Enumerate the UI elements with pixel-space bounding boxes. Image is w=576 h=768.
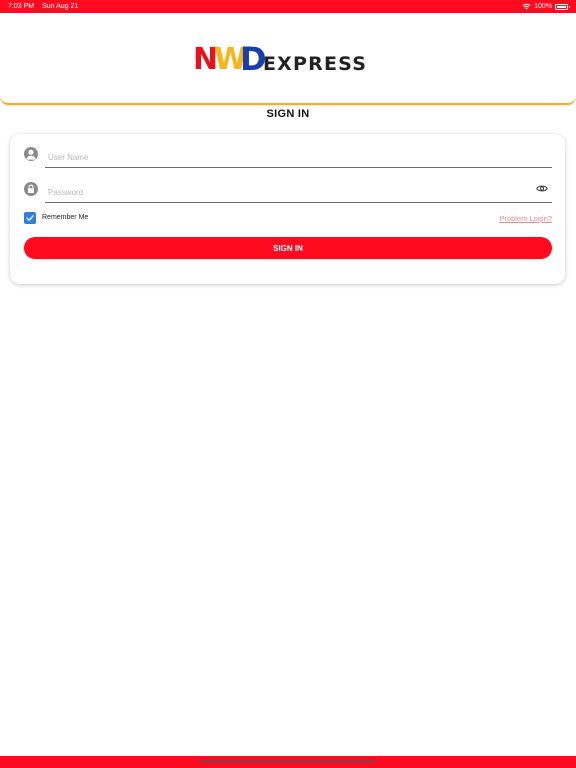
login-card: Remember Me Problem Login? SIGN IN [10,134,565,284]
logo: N W D EXPRESS [193,41,383,75]
sign-in-button[interactable]: SIGN IN [24,237,552,259]
page-title: SIGN IN [266,108,310,120]
user-icon [24,147,38,161]
problem-login-link[interactable]: Problem Login? [499,214,552,223]
password-field [24,178,552,204]
status-date: Sun Aug 21 [42,3,79,10]
remember-label: Remember Me [42,214,89,221]
status-right: 100% [522,3,570,10]
status-time: 7:03 PM [8,3,35,10]
checkmark-icon [26,215,34,221]
password-input[interactable] [45,178,552,203]
username-field [24,143,552,169]
lock-icon [24,182,38,196]
remember-checkbox[interactable] [24,212,36,224]
status-left: 7:03 PM Sun Aug 21 [8,3,78,10]
battery-icon [555,3,570,10]
battery-percent: 100% [534,3,552,10]
eye-icon[interactable] [536,184,548,193]
status-bar: 7:03 PM Sun Aug 21 100% [0,0,576,13]
bottom-bar [0,756,576,768]
home-indicator[interactable] [200,760,376,763]
logo-express: EXPRESS [263,53,368,75]
username-input[interactable] [45,143,552,168]
header: N W D EXPRESS [0,13,576,105]
wifi-icon [522,3,531,10]
remember-row: Remember Me Problem Login? [24,212,552,226]
